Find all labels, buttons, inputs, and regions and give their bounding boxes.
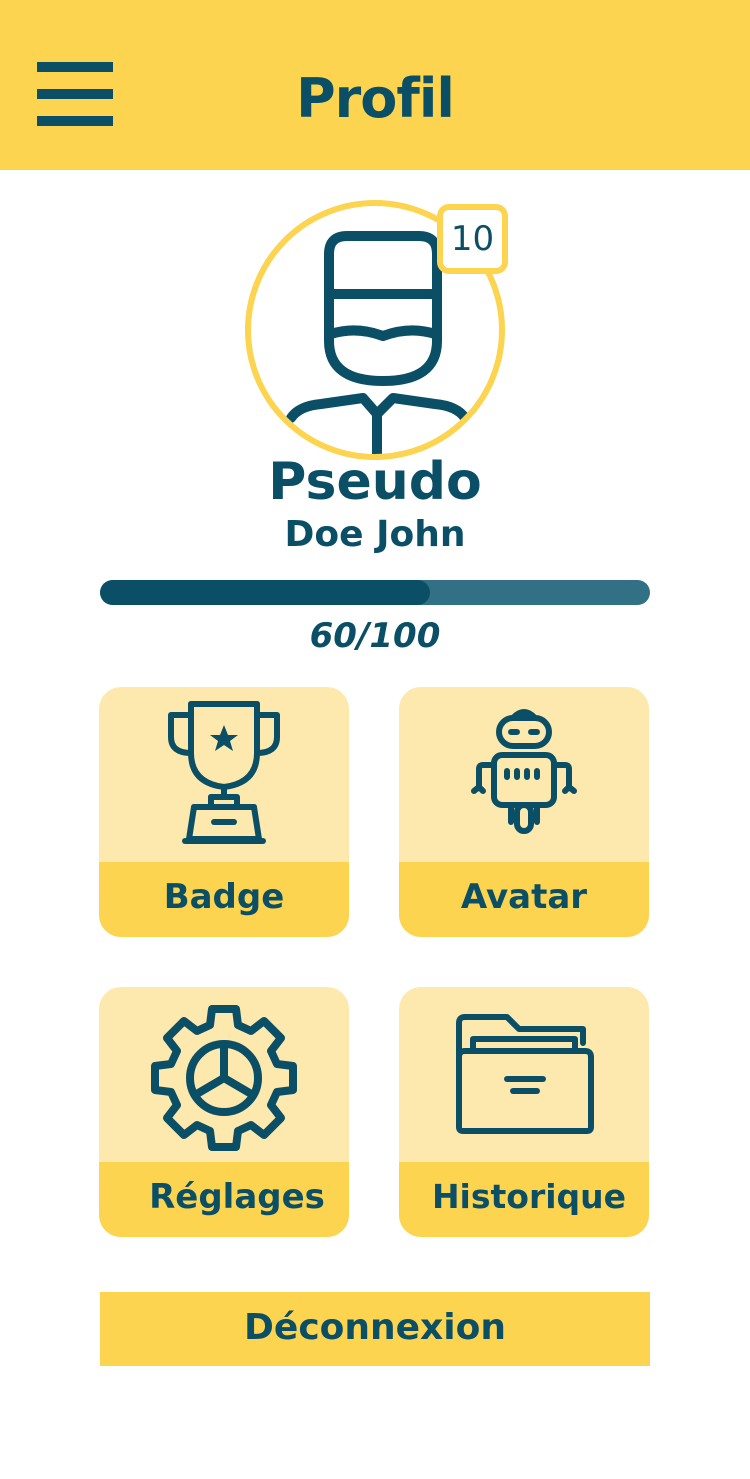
page-title: Profil — [296, 67, 455, 130]
badge-tile[interactable]: Badge — [99, 687, 349, 937]
history-tile-label: Historique — [399, 1162, 649, 1237]
level-badge: 10 — [437, 204, 508, 274]
history-tile[interactable]: Historique — [399, 987, 649, 1237]
full-name: Doe John — [284, 514, 466, 555]
username: Pseudo — [268, 452, 482, 512]
progress-label: 60/100 — [309, 616, 441, 656]
avatar-tile-label: Avatar — [399, 862, 649, 937]
settings-tile[interactable]: Réglages — [99, 987, 349, 1237]
progress-bar — [100, 580, 650, 605]
robot-icon — [471, 709, 577, 834]
trophy-icon — [168, 701, 280, 844]
logout-button[interactable]: Déconnexion — [100, 1292, 650, 1366]
progress-bar-fill — [100, 580, 430, 605]
gear-icon — [151, 1005, 297, 1151]
top-app-bar: Profil — [0, 0, 750, 170]
badge-tile-label: Badge — [99, 862, 349, 937]
avatar-tile[interactable]: Avatar — [399, 687, 649, 937]
settings-tile-label: Réglages — [99, 1162, 349, 1237]
folder-icon — [456, 1014, 594, 1134]
